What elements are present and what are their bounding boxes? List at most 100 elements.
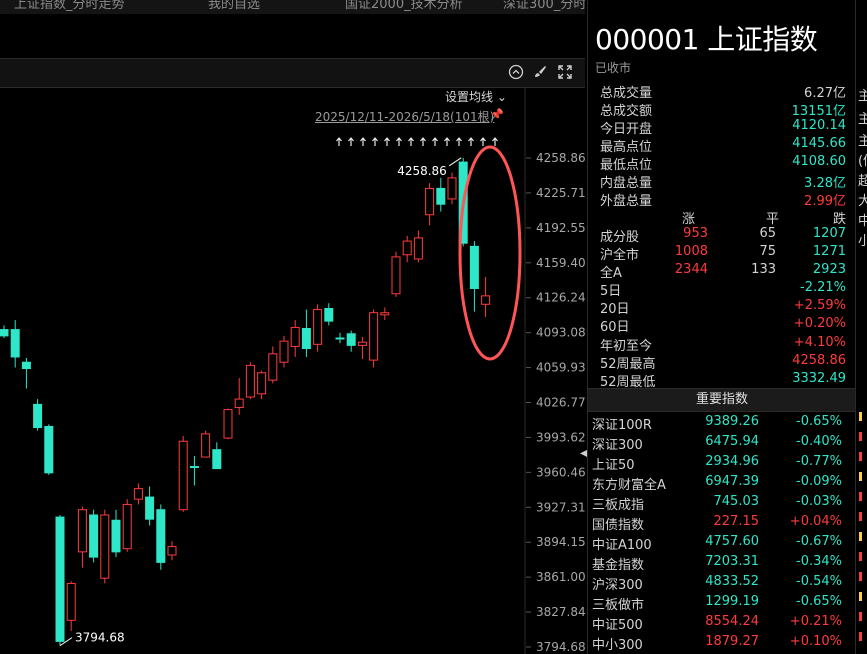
signal-arrow-icon — [444, 137, 450, 146]
candle[interactable] — [335, 332, 345, 344]
y-tick-label: 4126.24 — [536, 291, 585, 305]
candle[interactable] — [290, 320, 300, 357]
candle[interactable] — [234, 378, 244, 415]
index-row[interactable]: 国债指数 227.15 +0.04% — [588, 514, 856, 534]
index-price: 1879.27 — [705, 634, 759, 649]
index-row[interactable]: 沪深300 4833.52 -0.54% — [588, 574, 856, 594]
index-name: 国债指数 — [592, 518, 645, 533]
candle[interactable] — [268, 346, 278, 384]
breadth-down-count: 2923 — [812, 262, 846, 277]
index-row[interactable]: 基金指数 7203.31 -0.34% — [588, 554, 856, 574]
candle[interactable] — [178, 435, 188, 512]
candle[interactable] — [402, 235, 412, 263]
breadth-flat-count: 75 — [759, 244, 776, 259]
index-name: 三板做市 — [592, 598, 645, 613]
index-row[interactable]: 三板做市 1299.19 -0.65% — [588, 594, 856, 614]
collapse-icon[interactable] — [507, 64, 525, 82]
kline-chart[interactable]: 4258.86 4225.71 4192.55 4159.40 4126.24 4093.… — [0, 88, 585, 654]
candle[interactable] — [369, 309, 379, 368]
index-name: 深证300 — [592, 438, 643, 453]
candle[interactable] — [21, 358, 31, 389]
fullscreen-icon[interactable] — [556, 64, 574, 82]
candle[interactable] — [167, 541, 177, 561]
candle[interactable] — [55, 514, 65, 646]
edge-column: 主主主(做超大中小 — [855, 0, 867, 654]
candle[interactable] — [133, 483, 143, 505]
index-row[interactable]: 中证500 8554.24 +0.21% — [588, 614, 856, 634]
candle[interactable] — [10, 320, 20, 368]
candle[interactable] — [111, 509, 121, 558]
candle[interactable] — [436, 177, 446, 212]
index-price: 745.03 — [713, 494, 760, 509]
candle[interactable] — [44, 424, 54, 475]
candle[interactable] — [257, 370, 267, 400]
index-row[interactable]: 上证50 2934.96 -0.77% — [588, 454, 856, 474]
breadth-row: 成分股 953 65 1207 — [600, 226, 846, 245]
candle[interactable] — [481, 276, 491, 317]
signal-arrow-icon — [432, 137, 438, 146]
candle[interactable] — [469, 241, 479, 312]
candle[interactable] — [33, 399, 43, 431]
performance-row: 60日 +0.20% — [600, 316, 846, 335]
breadth-row: 全A 2344 133 2923 — [600, 262, 846, 281]
index-change: -0.54% — [796, 574, 842, 589]
index-row[interactable]: 中小300 1879.27 +0.10% — [588, 634, 856, 654]
edge-char: (做 — [858, 154, 867, 169]
tab-shenzhen300[interactable]: 深证300_分时走势 — [503, 0, 585, 12]
performance-label: 5日 — [600, 284, 622, 299]
index-row[interactable]: 中证A100 4757.60 -0.67% — [588, 534, 856, 554]
candle[interactable] — [313, 304, 323, 352]
candle[interactable] — [0, 325, 9, 338]
candle[interactable] — [391, 251, 401, 297]
index-price: 8554.24 — [705, 614, 759, 629]
candle[interactable] — [413, 230, 423, 263]
edge-char: 超 — [858, 170, 867, 189]
tab-guozheng2000[interactable]: 国证2000_技术分析 — [345, 0, 463, 12]
candle[interactable] — [380, 307, 390, 321]
edge-char: 小 — [858, 230, 867, 249]
performance-label: 20日 — [600, 302, 630, 318]
index-price: 4757.60 — [705, 534, 759, 549]
candle[interactable] — [189, 455, 199, 486]
signal-arrow-icon — [420, 137, 426, 146]
candle[interactable] — [66, 581, 76, 631]
index-price: 227.15 — [713, 514, 760, 529]
tab-shanghai-index-intraday[interactable]: 上证指数_分时走势 — [14, 0, 125, 12]
breadth-label: 全A — [600, 266, 622, 281]
tab-watchlist[interactable]: 我的自选 — [208, 0, 260, 12]
candle[interactable] — [100, 509, 110, 584]
brush-icon[interactable] — [531, 64, 549, 82]
edge-char: 大 — [858, 190, 867, 209]
candle-body-up — [279, 340, 289, 363]
candle[interactable] — [89, 509, 99, 563]
index-price: 6475.94 — [705, 434, 759, 449]
candle-body-up — [369, 312, 379, 361]
performance-value: +2.59% — [793, 298, 846, 314]
candle-body-down — [346, 333, 356, 346]
index-row[interactable]: 深证100R 9389.26 -0.65% — [588, 414, 856, 434]
y-tick-label: 4026.77 — [536, 396, 585, 410]
performance-row: 52周最低 3332.49 — [600, 371, 846, 390]
index-name: 上证50 — [592, 458, 635, 473]
candle-body-down — [89, 514, 99, 558]
candle[interactable] — [301, 309, 311, 357]
candle[interactable] — [279, 335, 289, 368]
candle[interactable] — [425, 183, 435, 226]
candle[interactable] — [324, 303, 334, 326]
candle[interactable] — [447, 172, 457, 205]
candle[interactable] — [201, 430, 211, 458]
candle[interactable] — [212, 442, 222, 470]
index-row[interactable]: 三板成指 745.03 -0.03% — [588, 494, 856, 514]
candle[interactable] — [357, 336, 367, 360]
candle[interactable] — [156, 504, 166, 570]
edge-indicator — [859, 472, 862, 481]
candle[interactable] — [77, 506, 87, 568]
candle[interactable] — [346, 330, 356, 352]
candle-body-up — [167, 546, 177, 556]
candle[interactable] — [145, 486, 155, 526]
index-row[interactable]: 深证300 6475.94 -0.40% — [588, 434, 856, 454]
candle[interactable] — [122, 499, 132, 552]
index-row[interactable]: 东方财富全A 6947.39 -0.09% — [588, 474, 856, 494]
candle[interactable] — [223, 408, 233, 440]
candle[interactable] — [245, 362, 255, 400]
